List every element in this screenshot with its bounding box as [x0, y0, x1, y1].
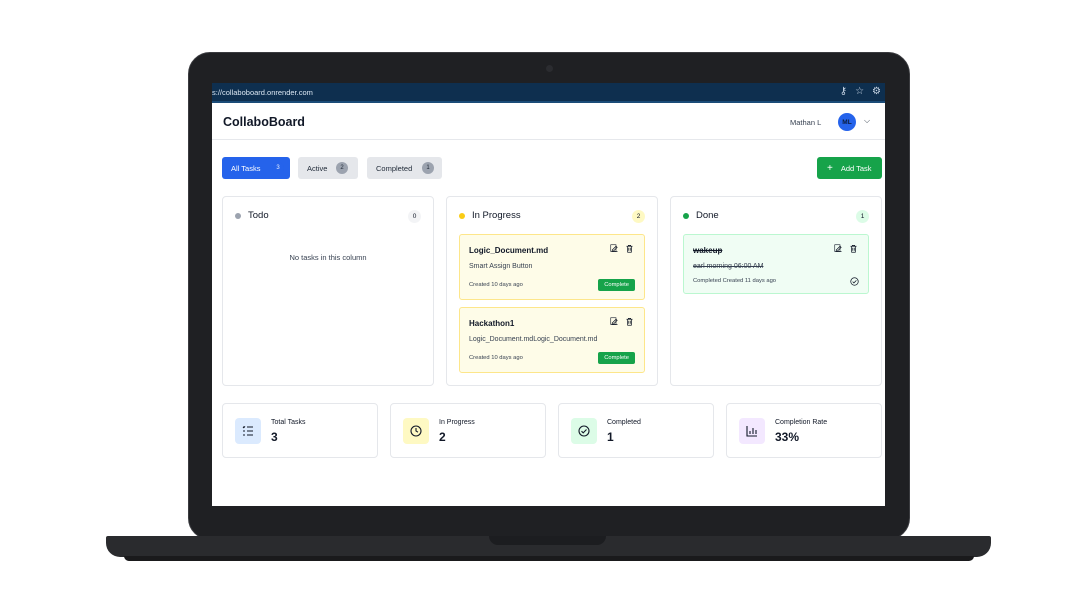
stat-value: 1	[607, 430, 614, 444]
complete-button[interactable]: Complete	[598, 352, 635, 364]
tab-active[interactable]: Active 2	[298, 157, 358, 179]
task-title: Logic_Document.md	[469, 246, 549, 255]
plus-icon: +	[827, 162, 833, 174]
stat-label: Completion Rate	[775, 419, 828, 426]
stat-label: Total Tasks	[271, 419, 306, 426]
camera	[546, 65, 553, 72]
task-card[interactable]: wakeup earl morning 06:00 AM Completed C…	[683, 234, 869, 294]
browser-url-bar[interactable]: s://collaboboard.onrender.com ⚷ ☆ ⚙	[212, 83, 885, 103]
task-description: Logic_Document.mdLogic_Document.md	[469, 336, 598, 343]
clock-icon	[403, 418, 429, 444]
stat-label: Completed	[607, 419, 641, 426]
task-created: Created 10 days ago	[469, 355, 523, 361]
trash-icon[interactable]	[849, 244, 858, 253]
stat-label: In Progress	[439, 419, 475, 426]
user-name: Mathan L	[790, 118, 822, 127]
laptop-mockup: s://collaboboard.onrender.com ⚷ ☆ ⚙ Coll…	[0, 0, 1080, 607]
trash-icon[interactable]	[625, 244, 634, 253]
card-actions	[610, 244, 634, 253]
card-actions	[610, 317, 634, 326]
add-task-label: Add Task	[840, 163, 872, 173]
tab-label: Active	[307, 163, 328, 173]
task-title: Hackathon1	[469, 319, 515, 328]
add-task-button[interactable]: + Add Task	[817, 157, 882, 179]
column-done: Done 1 wakeup earl morning 06:00 AM Comp…	[670, 196, 882, 386]
task-description: earl morning 06:00 AM	[693, 263, 764, 270]
column-header: Done	[683, 210, 719, 221]
app-header: CollaboBoard Mathan L ML ⌵	[212, 105, 885, 140]
key-icon[interactable]: ⚷	[840, 85, 847, 99]
task-title: wakeup	[693, 246, 723, 255]
task-created: Completed Created 11 days ago	[693, 278, 777, 284]
extension-icon[interactable]: ⚙	[872, 85, 881, 99]
trash-icon[interactable]	[625, 317, 634, 326]
task-created: Created 10 days ago	[469, 282, 523, 288]
column-count-badge: 1	[856, 210, 869, 223]
column-title: Todo	[248, 210, 269, 221]
complete-button[interactable]: Complete	[598, 279, 635, 291]
laptop-notch	[489, 536, 606, 545]
laptop-base-shadow	[124, 556, 974, 561]
url-text[interactable]: s://collaboboard.onrender.com	[212, 88, 313, 97]
card-actions	[834, 244, 858, 253]
check-circle-icon	[571, 418, 597, 444]
tab-all-tasks[interactable]: All Tasks 3	[222, 157, 290, 179]
column-in-progress: In Progress 2 Logic_Document.md Smart As…	[446, 196, 658, 386]
tab-count: 1	[422, 162, 434, 174]
column-title: In Progress	[472, 210, 521, 221]
empty-state: No tasks in this column	[289, 253, 367, 262]
check-circle-icon	[850, 277, 859, 286]
edit-icon[interactable]	[610, 244, 619, 253]
browser-actions: ⚷ ☆ ⚙	[840, 85, 881, 99]
stat-total-tasks: Total Tasks 3	[222, 403, 378, 458]
stat-completion-rate: Completion Rate 33%	[726, 403, 882, 458]
chevron-down-icon[interactable]: ⌵	[864, 116, 870, 126]
screen: s://collaboboard.onrender.com ⚷ ☆ ⚙ Coll…	[212, 83, 885, 506]
column-count-badge: 0	[408, 210, 421, 223]
bar-chart-icon	[739, 418, 765, 444]
column-todo: Todo 0 No tasks in this column	[222, 196, 434, 386]
edit-icon[interactable]	[610, 317, 619, 326]
stat-value: 3	[271, 430, 278, 444]
column-header: Todo	[235, 210, 269, 221]
task-card[interactable]: Hackathon1 Logic_Document.mdLogic_Docume…	[459, 307, 645, 373]
column-title: Done	[696, 210, 719, 221]
status-dot	[683, 212, 689, 219]
status-dot	[459, 212, 465, 219]
tab-count: 3	[272, 162, 284, 174]
list-icon	[235, 418, 261, 444]
brand-title: CollaboBoard	[223, 115, 305, 129]
stat-in-progress: In Progress 2	[390, 403, 546, 458]
tab-label: All Tasks	[231, 163, 261, 173]
stat-value: 33%	[775, 430, 800, 444]
task-card[interactable]: Logic_Document.md Smart Assign Button Cr…	[459, 234, 645, 300]
edit-icon[interactable]	[834, 244, 843, 253]
column-count-badge: 2	[632, 210, 645, 223]
star-icon[interactable]: ☆	[855, 85, 864, 99]
column-header: In Progress	[459, 210, 521, 221]
tab-label: Completed	[376, 163, 413, 173]
stat-completed: Completed 1	[558, 403, 714, 458]
task-description: Smart Assign Button	[469, 263, 533, 270]
tab-completed[interactable]: Completed 1	[367, 157, 442, 179]
stat-value: 2	[439, 430, 446, 444]
avatar[interactable]: ML	[838, 113, 856, 131]
tab-count: 2	[336, 162, 348, 174]
status-dot	[235, 212, 241, 219]
